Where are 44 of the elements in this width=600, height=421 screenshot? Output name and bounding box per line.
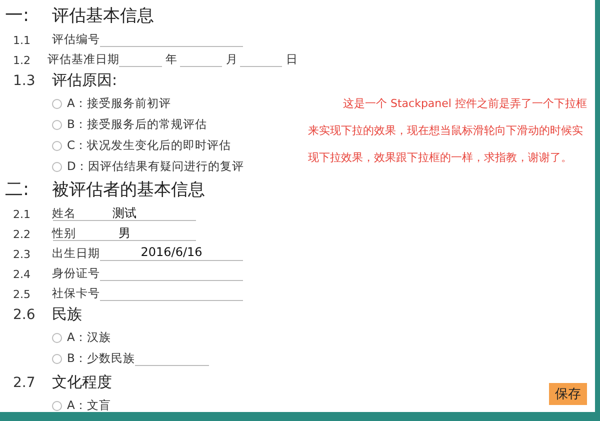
radio-button[interactable] (52, 120, 62, 130)
option-label[interactable]: D：因评估结果有疑问进行的复评 (67, 159, 244, 174)
item-number: 2.6 (12, 306, 36, 322)
field-label: 评估基准日期 (47, 52, 120, 67)
section-title: 被评估者的基本信息 (52, 178, 205, 200)
section-number: 二: (5, 178, 30, 201)
field-label: 出生日期 (52, 246, 100, 261)
item-number: 2.1 (12, 208, 32, 221)
note-text: 这是一个 Stackpanel 控件之前是弄了一个下拉框来实现下拉的效果，现在想当鼠标滑轮向下滑动的时候实现下拉效果，效果跟下拉框的一样，求指教，谢谢了。 (308, 96, 588, 166)
item-number: 2.2 (12, 228, 32, 241)
field-label: 评估编号 (52, 32, 100, 47)
question-title: 民族 (52, 305, 82, 324)
option-label[interactable]: A：文盲 (67, 398, 111, 412)
radio-button[interactable] (52, 98, 62, 108)
question-title: 文化程度 (52, 373, 112, 392)
item-number: 2.4 (12, 268, 32, 281)
radio-button[interactable] (52, 400, 62, 410)
date-unit: 年 (166, 52, 178, 67)
radio-button[interactable] (52, 140, 62, 150)
field-label: 身份证号 (52, 266, 100, 281)
option-label[interactable]: B：接受服务后的常规评估 (67, 117, 207, 132)
radio-button[interactable] (52, 162, 62, 172)
section-number: 一: (5, 4, 30, 27)
item-number: 1.3 (12, 72, 36, 88)
date-unit: 日 (286, 52, 298, 67)
option-label[interactable]: B：少数民族 (67, 351, 135, 366)
option-label[interactable]: A：汉族 (67, 330, 111, 345)
option-label[interactable]: A：接受服务前初评 (67, 96, 171, 111)
question-title: 评估原因: (52, 71, 118, 90)
option-label[interactable]: C：状况发生变化后的即时评估 (67, 138, 232, 153)
input-field[interactable]: 2016/6/16 (100, 245, 243, 261)
field-label: 姓名 (52, 206, 76, 221)
item-number: 2.7 (12, 374, 36, 390)
date-unit: 月 (226, 52, 238, 67)
field-label: 社保卡号 (52, 286, 100, 301)
item-number: 2.3 (12, 248, 32, 261)
item-number: 2.5 (12, 288, 32, 301)
save-button[interactable]: 保存 (549, 383, 587, 405)
item-number: 1.1 (12, 34, 32, 47)
section-title: 评估基本信息 (52, 4, 154, 26)
item-number: 1.2 (12, 54, 32, 67)
radio-button[interactable] (52, 332, 62, 342)
radio-button[interactable] (52, 354, 62, 364)
field-label: 性别 (52, 226, 76, 241)
